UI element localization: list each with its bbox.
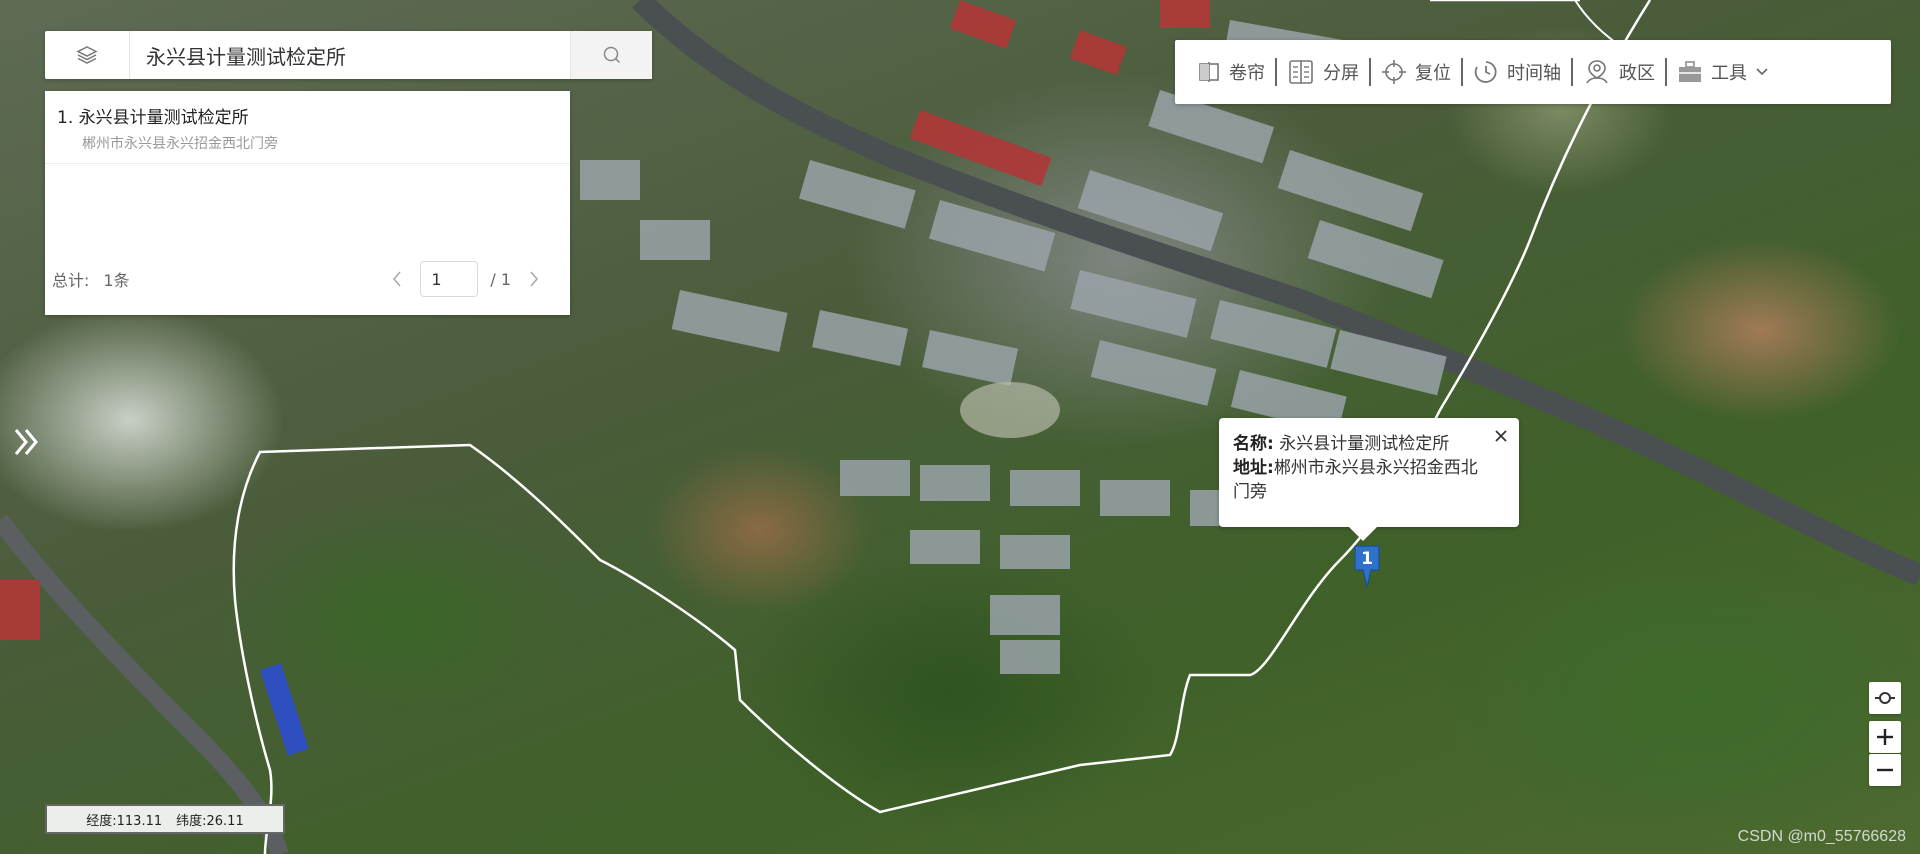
- admin-region-label: 政区: [1619, 63, 1655, 84]
- minus-icon: [1877, 768, 1893, 772]
- timeline-tool[interactable]: 时间轴: [1463, 58, 1571, 86]
- latitude-readout: 纬度:26.11: [176, 813, 244, 829]
- map-toolbar: 卷帘 分屏 复位 时间轴 政区 工具: [1175, 40, 1891, 104]
- tools-label: 工具: [1711, 63, 1747, 84]
- tools-dropdown[interactable]: 工具: [1667, 58, 1779, 86]
- locate-button[interactable]: [1869, 682, 1901, 714]
- blue-roof: [260, 663, 309, 756]
- popup-name-value: 永兴县计量测试检定所: [1279, 434, 1450, 454]
- page-total: / 1: [490, 269, 511, 289]
- layer-switch-button[interactable]: [45, 31, 130, 79]
- plus-icon: [1877, 729, 1893, 745]
- watermark: CSDN @m0_55766628: [1737, 828, 1906, 845]
- toolbox-icon: [1679, 61, 1701, 82]
- result-item[interactable]: 1. 永兴县计量测试检定所 郴州市永兴县永兴招金西北门旁: [45, 91, 570, 164]
- location-person-icon: [1586, 60, 1608, 84]
- page-number-input[interactable]: [420, 261, 479, 297]
- popup-name-key: 名称:: [1233, 434, 1274, 454]
- central-plaza: [960, 382, 1060, 438]
- timeline-label: 时间轴: [1507, 63, 1561, 84]
- map-marker-pin[interactable]: 1: [1352, 543, 1382, 591]
- marker-number: 1: [1361, 549, 1373, 569]
- close-icon[interactable]: [1493, 428, 1509, 444]
- admin-region-tool[interactable]: 政区: [1573, 58, 1665, 86]
- swipe-icon: [1199, 62, 1219, 82]
- chevron-down-icon: [1756, 68, 1768, 76]
- pagination: / 1: [386, 261, 545, 297]
- clock-icon: [1474, 61, 1497, 83]
- reset-tool[interactable]: 复位: [1371, 58, 1461, 86]
- result-address: 郴州市永兴县永兴招金西北门旁: [82, 136, 278, 152]
- prev-page-button[interactable]: [386, 268, 408, 290]
- result-title: 1. 永兴县计量测试检定所: [57, 108, 249, 128]
- locate-icon: [1875, 692, 1895, 704]
- crosshair-icon: [1382, 60, 1406, 84]
- chevron-right-icon: [530, 271, 539, 287]
- search-icon: [603, 46, 620, 64]
- chevron-left-icon: [393, 271, 401, 287]
- expand-panel-button[interactable]: [10, 422, 44, 462]
- swipe-label: 卷帘: [1229, 63, 1265, 84]
- longitude-readout: 经度:113.11: [86, 813, 163, 829]
- total-label: 总计:: [52, 271, 90, 290]
- popup-address-key: 地址:: [1233, 458, 1274, 478]
- total-count: 1条: [103, 271, 130, 290]
- zoom-out-button[interactable]: [1869, 754, 1901, 786]
- residential-buildings: [580, 20, 1447, 674]
- results-footer: 总计: 1条 / 1: [45, 261, 570, 297]
- search-button[interactable]: [570, 31, 652, 79]
- zoom-in-button[interactable]: [1869, 721, 1901, 753]
- search-input[interactable]: [130, 31, 570, 79]
- search-bar: [45, 31, 652, 79]
- reset-label: 复位: [1415, 63, 1451, 84]
- popup-name-row: 名称: 永兴县计量测试检定所: [1233, 432, 1493, 456]
- split-screen-label: 分屏: [1323, 63, 1359, 84]
- split-screen-tool[interactable]: 分屏: [1277, 58, 1369, 86]
- layers-icon: [76, 46, 98, 64]
- poi-popup: 名称: 永兴县计量测试检定所 地址:郴州市永兴县永兴招金西北门旁: [1219, 418, 1519, 541]
- swipe-tool[interactable]: 卷帘: [1187, 58, 1275, 86]
- double-chevron-right-icon: [14, 429, 38, 455]
- split-screen-icon: [1289, 60, 1313, 84]
- search-results-panel: 1. 永兴县计量测试检定所 郴州市永兴县永兴招金西北门旁 总计: 1条 / 1: [45, 91, 570, 315]
- coordinate-readout: 经度:113.11 纬度:26.11: [45, 804, 285, 834]
- next-page-button[interactable]: [523, 268, 545, 290]
- popup-address-row: 地址:郴州市永兴县永兴招金西北门旁: [1233, 456, 1493, 504]
